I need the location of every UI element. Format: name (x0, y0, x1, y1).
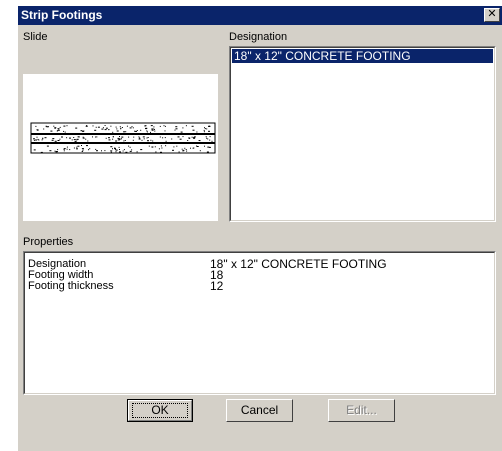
ok-button[interactable]: OK (127, 399, 193, 422)
slide-label: Slide (23, 31, 48, 43)
designation-list[interactable]: 18" x 12" CONCRETE FOOTING (229, 46, 496, 222)
window-title: Strip Footings (21, 8, 103, 22)
cancel-button-label: Cancel (240, 403, 279, 417)
properties-list[interactable]: Designation 18" x 12" CONCRETE FOOTING F… (23, 251, 496, 395)
designation-label: Designation (229, 31, 288, 43)
footing-slide-image (30, 122, 216, 154)
cancel-button[interactable]: Cancel (226, 399, 293, 422)
close-icon: ✕ (487, 8, 497, 20)
property-name: Footing thickness (28, 280, 114, 292)
designation-list-item-selected[interactable]: 18" x 12" CONCRETE FOOTING (232, 49, 493, 63)
slide-preview (23, 74, 218, 221)
edit-button[interactable]: Edit... (328, 399, 395, 422)
ok-button-label: OK (151, 403, 169, 417)
properties-list-frame (24, 252, 495, 394)
property-value: 18" x 12" CONCRETE FOOTING (210, 257, 387, 271)
designation-list-frame (230, 47, 495, 221)
close-button[interactable]: ✕ (484, 8, 500, 22)
property-value: 12 (210, 279, 224, 293)
edit-button-label: Edit... (346, 403, 377, 417)
strip-footings-dialog: Strip Footings ✕ Slide Designation 18" x… (18, 6, 502, 451)
title-bar[interactable]: Strip Footings ✕ (18, 6, 502, 25)
properties-label: Properties (23, 236, 74, 248)
